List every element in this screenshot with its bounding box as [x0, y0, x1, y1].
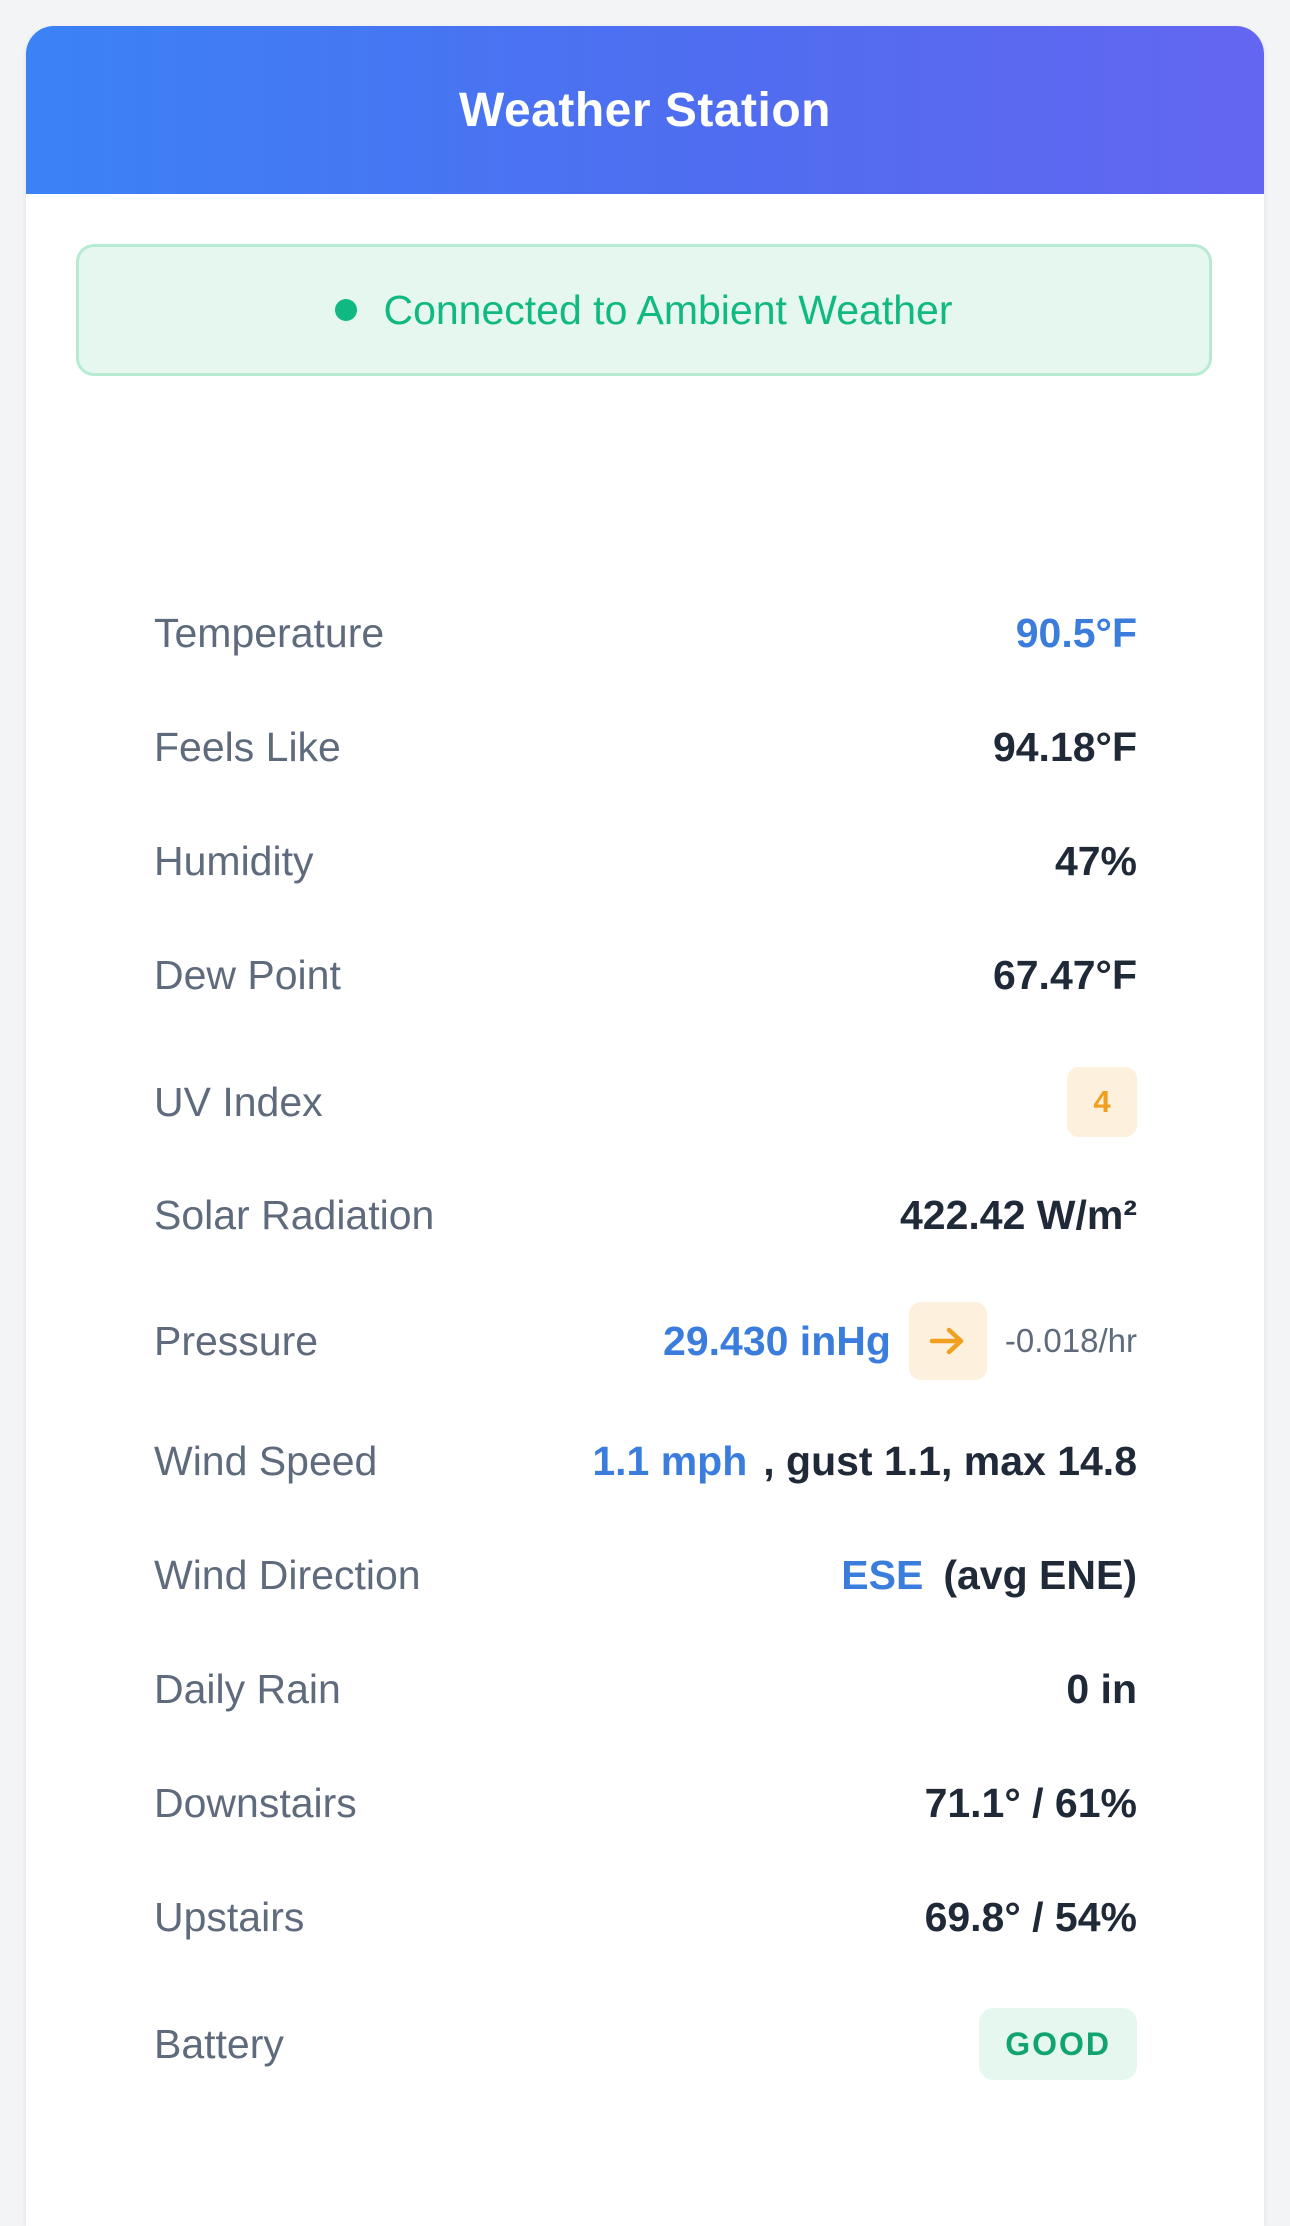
pressure-value-group: 29.430 inHg -0.018/hr [663, 1302, 1137, 1380]
pressure-value: 29.430 inHg [663, 1317, 891, 1364]
dew-point-label: Dew Point [154, 952, 341, 998]
connection-status-text: Connected to Ambient Weather [383, 286, 953, 333]
wind-speed-detail: , gust 1.1, max 14.8 [763, 1438, 1137, 1484]
wind-speed-value: 1.1 mph [592, 1438, 748, 1484]
wind-direction-detail: (avg ENE) [943, 1552, 1137, 1598]
reading-row-wind-direction: Wind Direction ESE (avg ENE) [154, 1552, 1137, 1599]
feels-like-value: 94.18°F [992, 724, 1137, 770]
pressure-label: Pressure [154, 1317, 319, 1364]
reading-row-wind-speed: Wind Speed 1.1 mph , gust 1.1, max 14.8 [154, 1438, 1137, 1485]
wind-direction-value-group: ESE (avg ENE) [841, 1552, 1137, 1599]
status-dot-icon [335, 299, 358, 321]
feels-like-label: Feels Like [154, 724, 341, 770]
weather-card: Weather Station Connected to Ambient Wea… [26, 26, 1264, 2226]
wind-speed-label: Wind Speed [154, 1438, 378, 1484]
solar-radiation-label: Solar Radiation [154, 1192, 435, 1238]
page-title: Weather Station [459, 83, 831, 137]
downstairs-value: 71.1° / 61% [924, 1780, 1137, 1826]
upstairs-label: Upstairs [154, 1894, 305, 1940]
reading-row-dew-point: Dew Point 67.47°F [154, 952, 1137, 999]
daily-rain-value: 0 in [1066, 1666, 1137, 1712]
humidity-value: 47% [1054, 838, 1137, 884]
downstairs-label: Downstairs [154, 1780, 357, 1826]
pressure-trend-badge [908, 1302, 987, 1380]
dew-point-value: 67.47°F [992, 952, 1137, 998]
humidity-label: Humidity [154, 838, 314, 884]
battery-status-badge: GOOD [979, 2008, 1137, 2080]
wind-direction-label: Wind Direction [154, 1552, 421, 1598]
reading-row-upstairs: Upstairs 69.8° / 54% [154, 1894, 1137, 1941]
reading-row-uv-index: UV Index 4 [154, 1066, 1137, 1138]
uv-index-label: UV Index [154, 1078, 323, 1125]
pressure-trend-rate: -0.018/hr [1004, 1322, 1137, 1359]
reading-row-solar-radiation: Solar Radiation 422.42 W/m² [154, 1192, 1137, 1239]
temperature-label: Temperature [154, 610, 385, 656]
connection-status-banner: Connected to Ambient Weather [76, 244, 1212, 376]
reading-row-pressure: Pressure 29.430 inHg -0.018/hr [154, 1302, 1137, 1380]
arrow-right-icon [929, 1327, 964, 1355]
solar-radiation-value: 422.42 W/m² [900, 1192, 1137, 1238]
temperature-value: 90.5°F [1015, 610, 1137, 656]
wind-direction-value: ESE [841, 1552, 924, 1598]
battery-label: Battery [154, 2020, 284, 2067]
reading-row-battery: Battery GOOD [154, 2008, 1137, 2080]
upstairs-value: 69.8° / 54% [924, 1894, 1137, 1940]
reading-row-downstairs: Downstairs 71.1° / 61% [154, 1780, 1137, 1827]
reading-row-feels-like: Feels Like 94.18°F [154, 724, 1137, 771]
reading-row-temperature: Temperature 90.5°F [154, 610, 1137, 657]
wind-speed-value-group: 1.1 mph , gust 1.1, max 14.8 [592, 1438, 1137, 1485]
reading-row-daily-rain: Daily Rain 0 in [154, 1666, 1137, 1713]
reading-row-humidity: Humidity 47% [154, 838, 1137, 885]
daily-rain-label: Daily Rain [154, 1666, 341, 1712]
card-header: Weather Station [26, 26, 1264, 194]
uv-index-badge: 4 [1067, 1067, 1137, 1137]
